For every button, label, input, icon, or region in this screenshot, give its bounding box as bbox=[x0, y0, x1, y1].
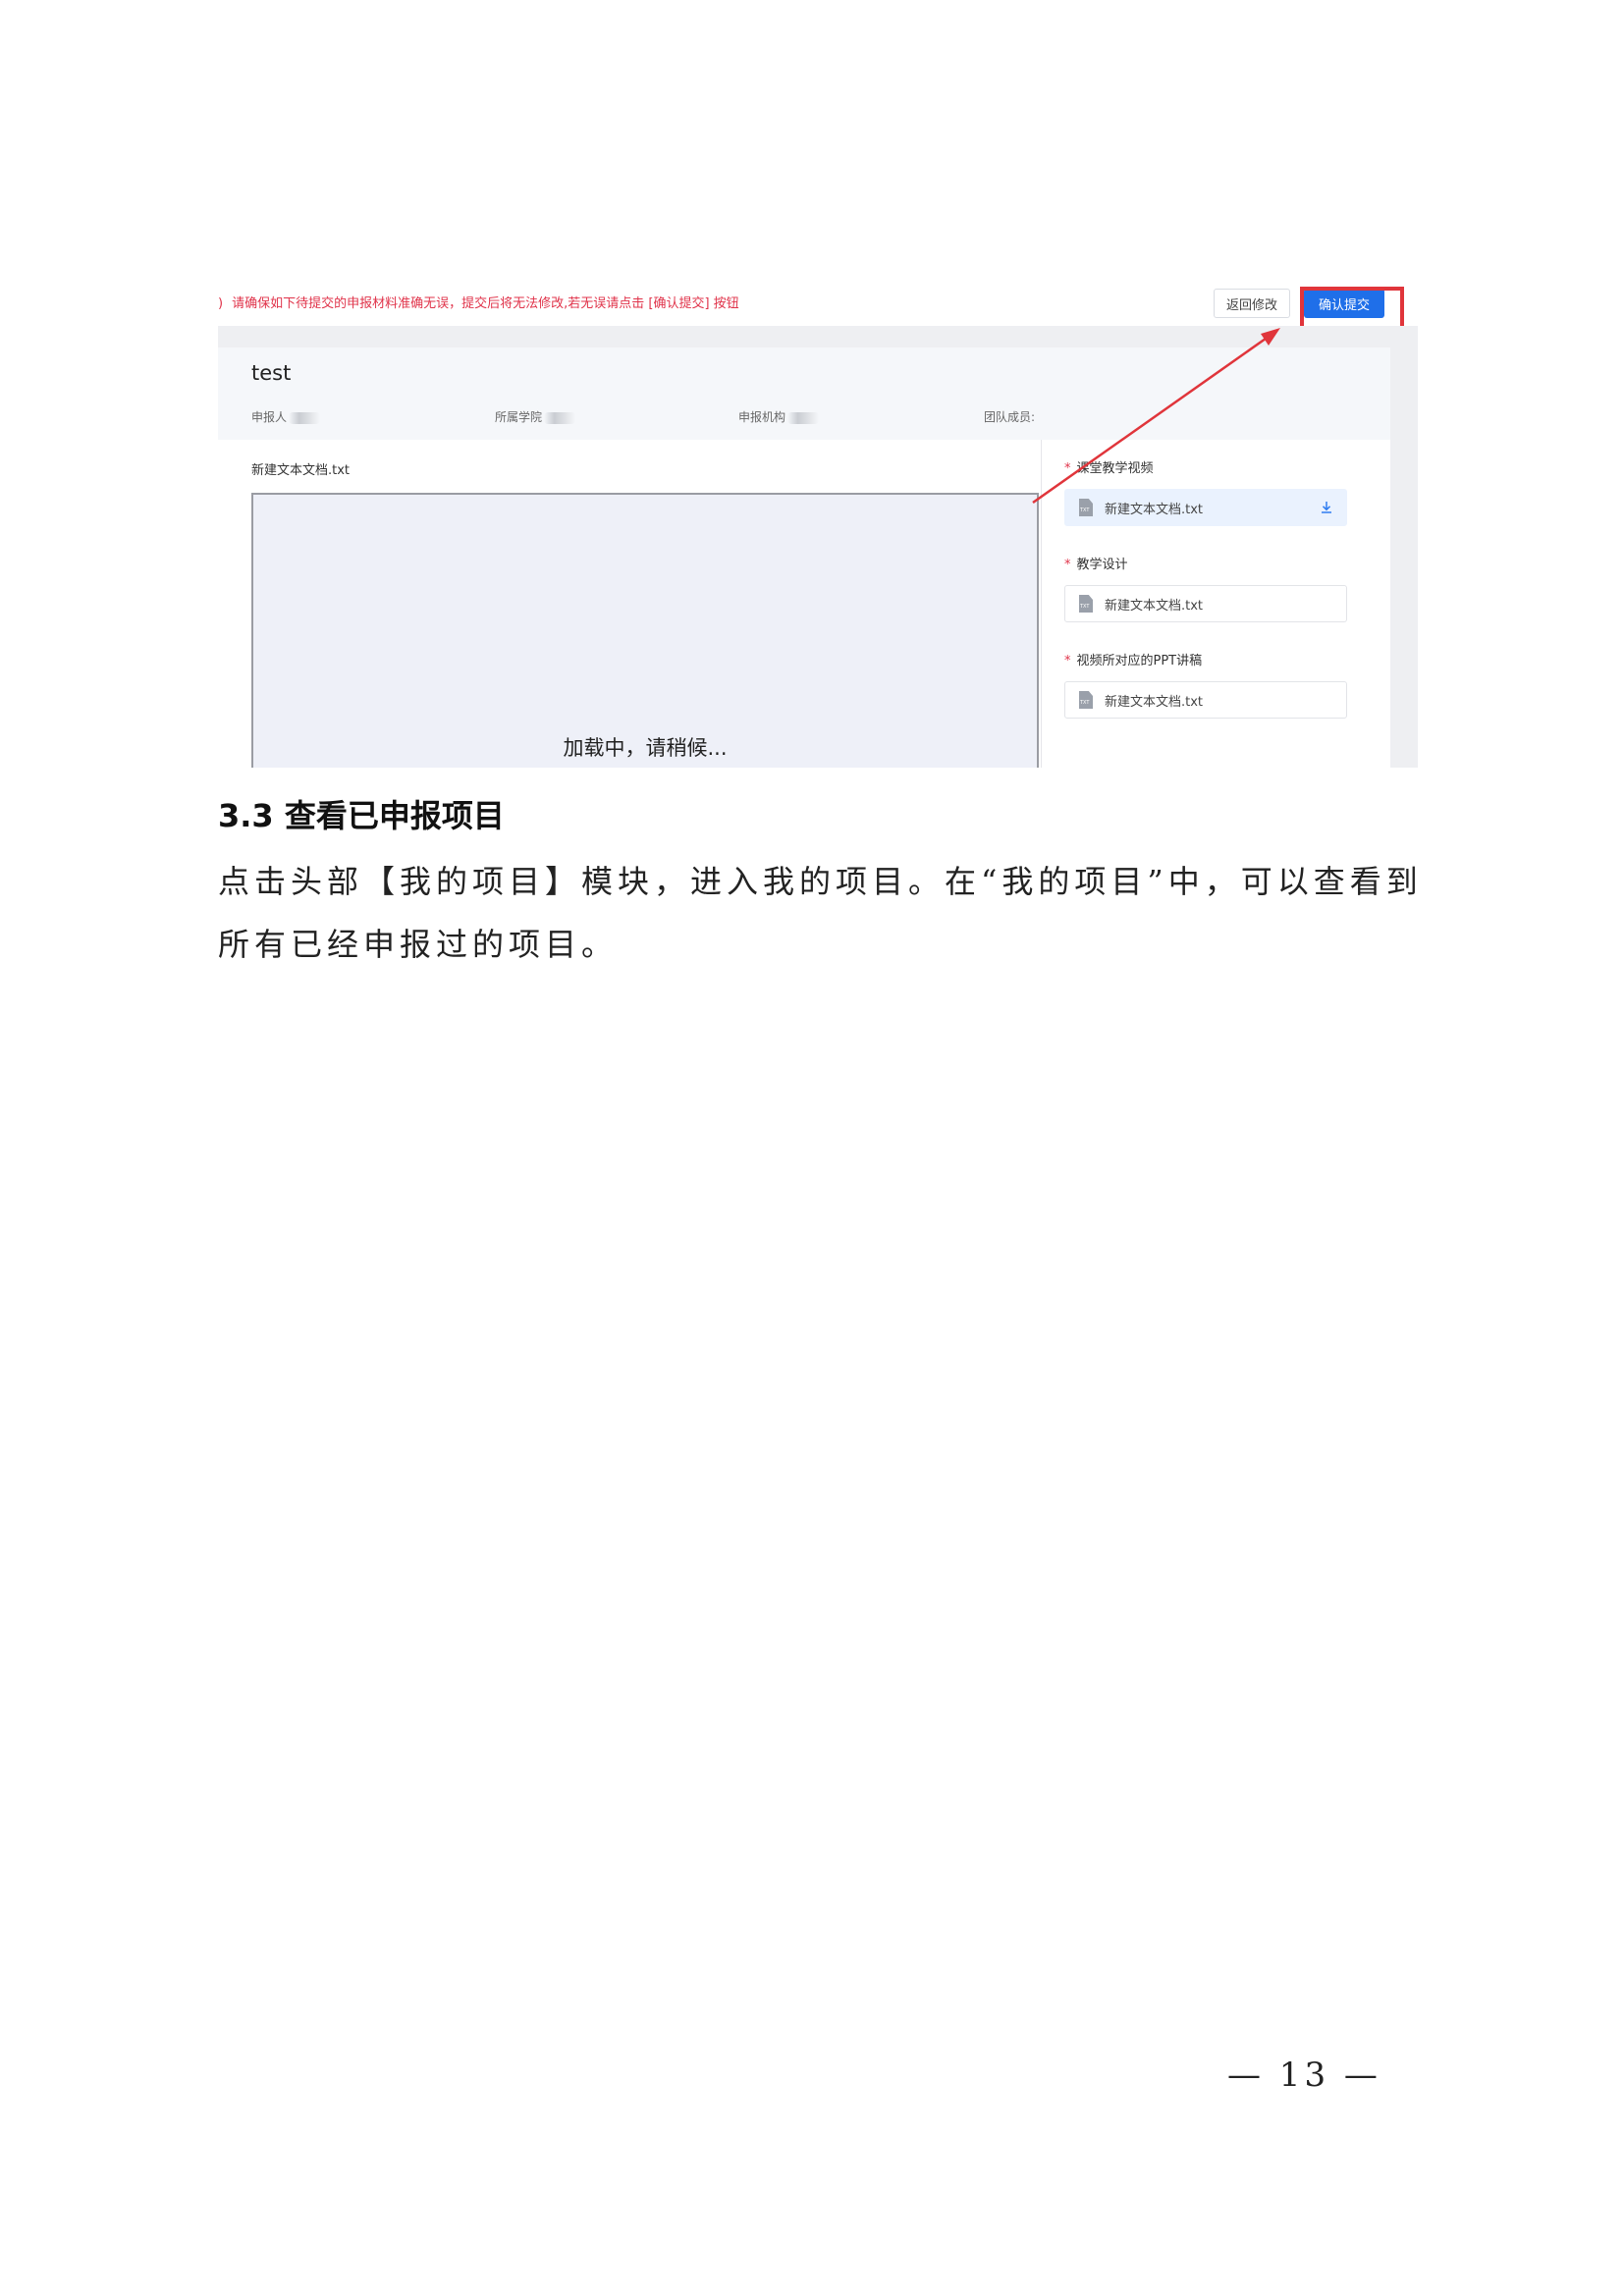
annotation-arrow bbox=[1032, 328, 1280, 505]
embedded-screenshot: ) 请确保如下待提交的申报材料准确无误，提交后将无法修改,若无误请点击 [确认提… bbox=[218, 281, 1418, 768]
body-paragraph: 点击头部【我的项目】模块，进入我的项目。在“我的项目”中，可以查看到所有已经申报… bbox=[218, 863, 1423, 963]
section-heading: 3.3 查看已申报项目 bbox=[218, 797, 505, 834]
page-number: — 13 — bbox=[1227, 2056, 1381, 2095]
